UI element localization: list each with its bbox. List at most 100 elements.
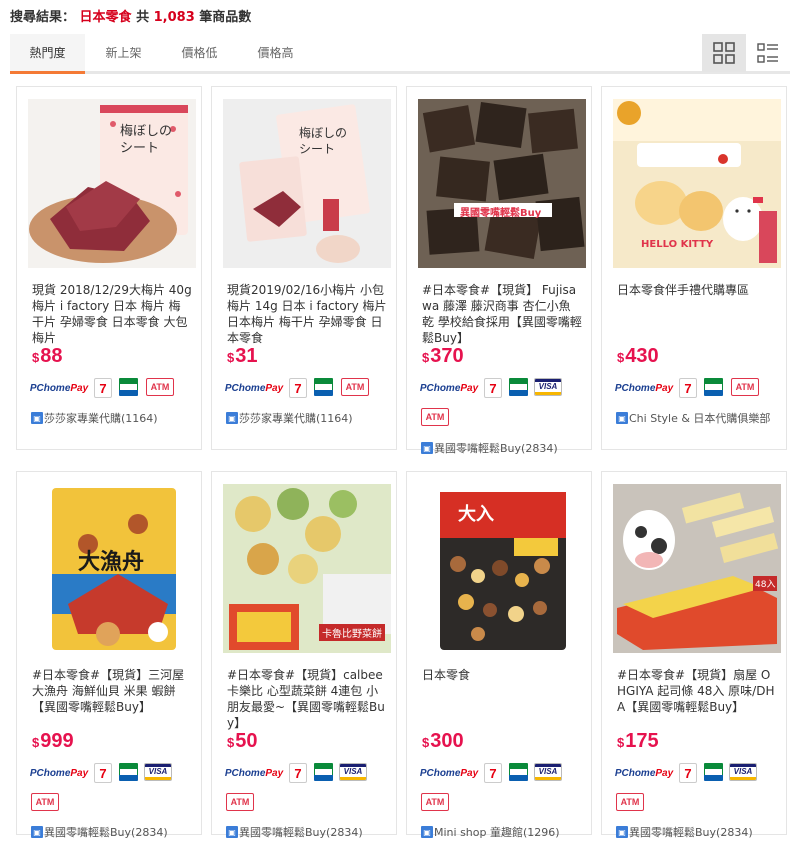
product-image[interactable]: 大漁舟	[28, 484, 196, 653]
familymart-icon	[509, 378, 528, 396]
familymart-icon	[314, 378, 333, 396]
seller-link[interactable]: ▣ 異國零嘴輕鬆Buy(2834)	[421, 440, 558, 456]
product-image[interactable]: 大入	[418, 484, 586, 653]
store-icon: ▣	[31, 412, 43, 424]
seller-link[interactable]: ▣ 莎莎家專業代購(1164)	[226, 410, 353, 426]
product-title[interactable]: 日本零食	[422, 667, 582, 683]
product-image[interactable]: 梅ぼしのシート	[28, 99, 196, 268]
pchome-pay-icon: PChome Pay	[29, 767, 89, 779]
familymart-icon	[704, 763, 723, 781]
familymart-icon	[314, 763, 333, 781]
product-image-text: HELLO KITTY	[641, 239, 714, 250]
visa-icon: VISA	[729, 763, 757, 781]
product-title[interactable]: #日本零食#【現貨】 Fujisawa 藤澤 藤沢商事 杏仁小魚乾 學校給食採用…	[422, 282, 582, 346]
grid-view-icon	[713, 42, 735, 64]
product-price: $999	[32, 730, 74, 752]
pchome-pay-icon: PChome Pay	[419, 767, 479, 779]
product-image-text: 異國零嘴輕鬆Buy	[460, 208, 542, 219]
seven-eleven-icon: 7	[289, 378, 307, 398]
result-total-prefix: 共	[136, 10, 150, 25]
seven-eleven-icon: 7	[94, 378, 112, 398]
product-price: $88	[32, 345, 63, 367]
tab-popularity[interactable]: 熱門度	[10, 34, 85, 74]
product-card[interactable]: 梅ぼしのシート 現貨2019/02/16小梅片 小包梅片 14g 日本 i fa…	[211, 86, 397, 450]
atm-icon: ATM	[421, 793, 449, 811]
product-card[interactable]: 梅ぼしのシート 現貨 2018/12/29大梅片 40g 梅片 i factor…	[16, 86, 202, 450]
product-image-text: 梅ぼしのシート	[299, 126, 348, 156]
product-title[interactable]: 日本零食伴手禮代購專區	[617, 282, 777, 298]
result-count: 1,083	[153, 10, 195, 25]
product-card[interactable]: 卡魯比野菜餅 #日本零食#【現貨】calbee卡樂比 心型蔬菜餅 4連包 小朋友…	[211, 471, 397, 839]
result-suffix: 筆商品數	[199, 10, 252, 25]
visa-icon: VISA	[534, 378, 562, 396]
tab-newest[interactable]: 新上架	[86, 34, 161, 72]
grid-view-button[interactable]	[702, 34, 746, 72]
search-result-summary: 搜尋結果： 日本零食 共 1,083 筆商品數	[10, 6, 251, 25]
pchome-pay-icon: PChome Pay	[224, 382, 284, 394]
store-icon: ▣	[226, 412, 238, 424]
familymart-icon	[119, 378, 138, 396]
store-icon: ▣	[226, 826, 238, 838]
product-price: $430	[617, 345, 659, 367]
tab-price-low[interactable]: 價格低	[162, 34, 237, 72]
product-image[interactable]: 梅ぼしのシート	[223, 99, 391, 268]
store-icon: ▣	[31, 826, 43, 838]
product-title[interactable]: #日本零食#【現貨】三河屋 大漁舟 海鮮仙貝 米果 蝦餅【異國零嘴輕鬆Buy】	[32, 667, 192, 715]
product-card[interactable]: 大入 日本零食 $300 PChome Pay 7 VISA ATM ▣ Mini …	[406, 471, 592, 839]
product-card[interactable]: 48入 #日本零食#【現貨】扇屋 OHGIYA 起司條 48入 原味/DHA【異…	[601, 471, 787, 839]
store-icon: ▣	[421, 442, 433, 454]
visa-icon: VISA	[534, 763, 562, 781]
product-card[interactable]: HELLO KITTY 日本零食伴手禮代購專區 $430 PChome Pay 7…	[601, 86, 787, 450]
familymart-icon	[704, 378, 723, 396]
product-price: $300	[422, 730, 464, 752]
seller-link[interactable]: ▣ Chi Style & 日本代購俱樂部	[616, 410, 770, 426]
seven-eleven-icon: 7	[94, 763, 112, 783]
product-price: $175	[617, 730, 659, 752]
pchome-pay-icon: PChome Pay	[224, 767, 284, 779]
store-icon: ▣	[616, 826, 628, 838]
search-keyword: 日本零食	[79, 10, 132, 25]
product-card[interactable]: 異國零嘴輕鬆Buy #日本零食#【現貨】 Fujisawa 藤澤 藤沢商事 杏仁…	[406, 86, 592, 455]
product-image[interactable]: 卡魯比野菜餅	[223, 484, 391, 653]
product-price: $50	[227, 730, 258, 752]
product-image-text: 大漁舟	[78, 550, 145, 575]
list-view-button[interactable]	[746, 34, 790, 72]
pchome-pay-icon: PChome Pay	[614, 382, 674, 394]
seven-eleven-icon: 7	[484, 378, 502, 398]
familymart-icon	[509, 763, 528, 781]
seven-eleven-icon: 7	[289, 763, 307, 783]
familymart-icon	[119, 763, 138, 781]
seller-link[interactable]: ▣ 異國零嘴輕鬆Buy(2834)	[226, 824, 363, 840]
pchome-pay-icon: PChome Pay	[29, 382, 89, 394]
product-image-text: 梅ぼしのシート	[120, 124, 173, 156]
sort-bar: 熱門度 新上架 價格低 價格高	[10, 34, 790, 74]
atm-icon: ATM	[616, 793, 644, 811]
seven-eleven-icon: 7	[679, 378, 697, 398]
product-image[interactable]: 異國零嘴輕鬆Buy	[418, 99, 586, 268]
seller-link[interactable]: ▣ Mini shop 童趣館(1296)	[421, 824, 560, 840]
product-title[interactable]: 現貨 2018/12/29大梅片 40g 梅片 i factory 日本 梅片 …	[32, 282, 192, 346]
product-card[interactable]: 大漁舟 #日本零食#【現貨】三河屋 大漁舟 海鮮仙貝 米果 蝦餅【異國零嘴輕鬆B…	[16, 471, 202, 839]
tab-price-high[interactable]: 價格高	[238, 34, 313, 72]
product-title[interactable]: #日本零食#【現貨】calbee卡樂比 心型蔬菜餅 4連包 小朋友最愛~【異國零…	[227, 667, 387, 731]
atm-icon: ATM	[341, 378, 369, 396]
seller-link[interactable]: ▣ 異國零嘴輕鬆Buy(2834)	[616, 824, 753, 840]
list-view-icon	[757, 43, 778, 63]
atm-icon: ATM	[146, 378, 174, 396]
seven-eleven-icon: 7	[484, 763, 502, 783]
product-image[interactable]: HELLO KITTY	[613, 99, 781, 268]
atm-icon: ATM	[31, 793, 59, 811]
product-image[interactable]: 48入	[613, 484, 781, 653]
product-image-text: 大入	[458, 504, 494, 525]
atm-icon: ATM	[731, 378, 759, 396]
seller-link[interactable]: ▣ 莎莎家專業代購(1164)	[31, 410, 158, 426]
product-title[interactable]: #日本零食#【現貨】扇屋 OHGIYA 起司條 48入 原味/DHA【異國零嘴輕…	[617, 667, 777, 715]
result-prefix: 搜尋結果：	[10, 10, 76, 25]
product-image-text: 卡魯比野菜餅	[319, 624, 385, 641]
store-icon: ▣	[616, 412, 628, 424]
atm-icon: ATM	[421, 408, 449, 426]
product-price: $31	[227, 345, 258, 367]
seller-link[interactable]: ▣ 異國零嘴輕鬆Buy(2834)	[31, 824, 168, 840]
atm-icon: ATM	[226, 793, 254, 811]
product-title[interactable]: 現貨2019/02/16小梅片 小包梅片 14g 日本 i factory 梅片…	[227, 282, 387, 346]
